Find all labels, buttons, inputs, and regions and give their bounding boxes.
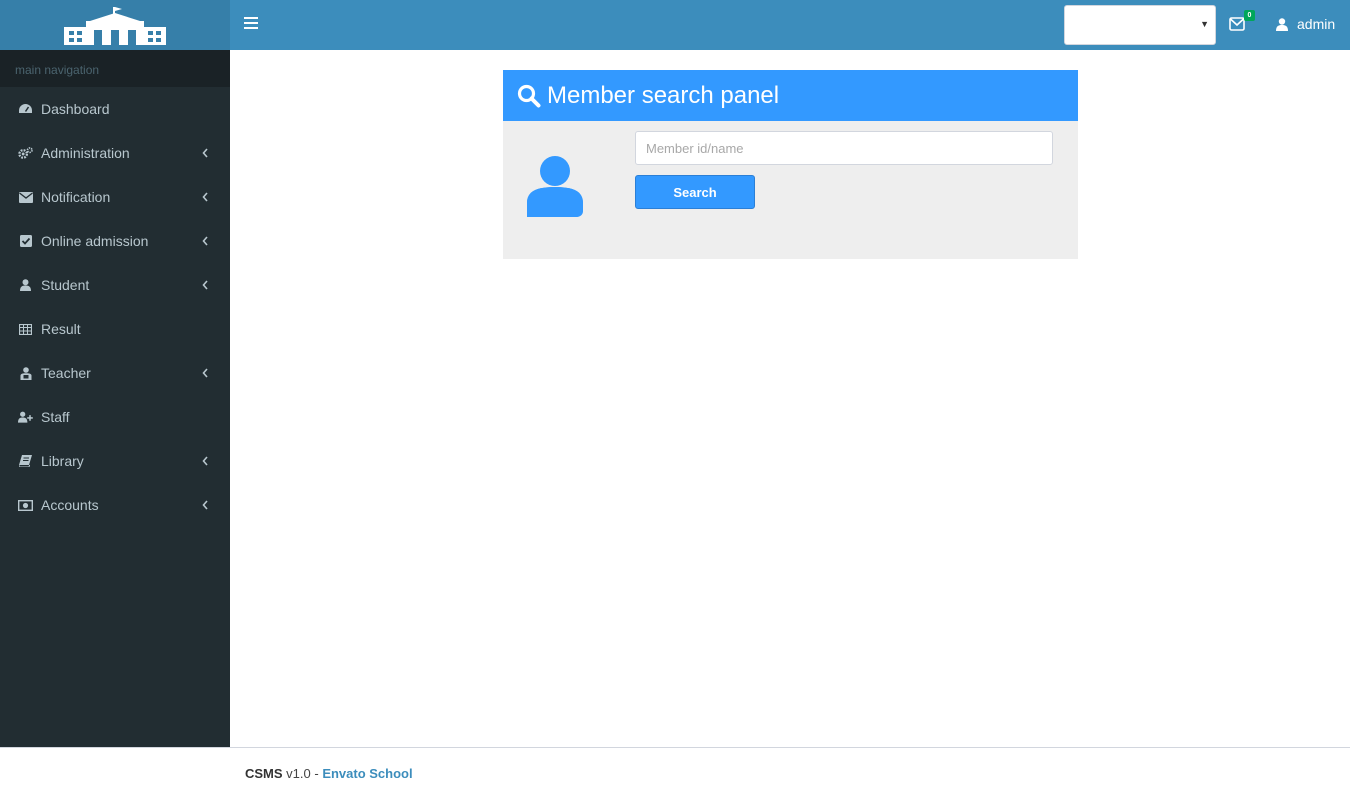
sidebar-item-notification[interactable]: Notification — [0, 175, 230, 219]
user-icon — [527, 156, 583, 217]
teacher-icon — [18, 366, 33, 381]
sidebar-item-label: Online admission — [41, 233, 149, 249]
top-navbar: ▼ 0 admin — [230, 0, 1350, 50]
envelope-icon — [18, 190, 33, 205]
logo[interactable] — [0, 0, 230, 50]
sidebar-item-label: Result — [41, 321, 81, 337]
sidebar-header: main navigation — [0, 50, 230, 87]
chevron-left-icon — [202, 148, 208, 158]
sidebar-item-label: Notification — [41, 189, 111, 205]
footer-brand: CSMS — [245, 766, 283, 781]
sidebar-item-dashboard[interactable]: Dashboard — [0, 87, 230, 131]
panel-title: Member search panel — [547, 81, 780, 109]
chevron-left-icon — [202, 368, 208, 378]
chevron-left-icon — [202, 192, 208, 202]
sidebar-item-accounts[interactable]: Accounts — [0, 483, 230, 527]
sidebar-item-label: Accounts — [41, 497, 99, 513]
sidebar-item-teacher[interactable]: Teacher — [0, 351, 230, 395]
chevron-left-icon — [202, 500, 208, 510]
user-plus-icon — [18, 410, 33, 425]
sidebar: main navigation Dashboard Administration… — [0, 50, 230, 747]
user-icon — [18, 278, 33, 293]
sidebar-item-label: Library — [41, 453, 84, 469]
check-square-icon — [18, 234, 33, 249]
sidebar-item-result[interactable]: Result — [0, 307, 230, 351]
dashboard-icon — [18, 102, 33, 117]
sidebar-item-student[interactable]: Student — [0, 263, 230, 307]
sidebar-item-label: Staff — [41, 409, 70, 425]
chevron-left-icon — [202, 236, 208, 246]
sidebar-item-label: Student — [41, 277, 90, 293]
school-building-icon — [64, 7, 166, 45]
sidebar-item-administration[interactable]: Administration — [0, 131, 230, 175]
footer-link[interactable]: Envato School — [322, 766, 412, 781]
gears-icon — [18, 146, 33, 161]
member-search-input[interactable] — [635, 131, 1053, 165]
user-name: admin — [1297, 16, 1336, 32]
sidebar-item-staff[interactable]: Staff — [0, 395, 230, 439]
session-select[interactable]: ▼ — [1064, 5, 1216, 45]
sidebar-item-label: Administration — [41, 145, 130, 161]
sidebar-item-label: Teacher — [41, 365, 91, 381]
sidebar-item-label: Dashboard — [41, 101, 110, 117]
envelope-icon[interactable] — [1229, 17, 1245, 31]
panel-body: Search — [503, 121, 1078, 259]
book-icon — [18, 454, 33, 469]
search-button[interactable]: Search — [635, 175, 755, 209]
table-icon — [18, 322, 33, 337]
panel-header: Member search panel — [503, 70, 1078, 121]
sidebar-toggle-button[interactable] — [244, 17, 258, 33]
chevron-left-icon — [202, 456, 208, 466]
caret-down-icon: ▼ — [1200, 19, 1209, 29]
money-icon — [18, 498, 33, 513]
footer: CSMS v1.0 - Envato School — [0, 747, 1350, 798]
search-icon — [517, 84, 541, 107]
mail-count-badge: 0 — [1244, 10, 1255, 21]
sidebar-item-library[interactable]: Library — [0, 439, 230, 483]
user-menu[interactable]: admin — [1276, 16, 1335, 32]
chevron-left-icon — [202, 280, 208, 290]
sidebar-item-online-admission[interactable]: Online admission — [0, 219, 230, 263]
footer-version: v1.0 - — [282, 766, 323, 781]
user-icon — [1276, 17, 1288, 31]
